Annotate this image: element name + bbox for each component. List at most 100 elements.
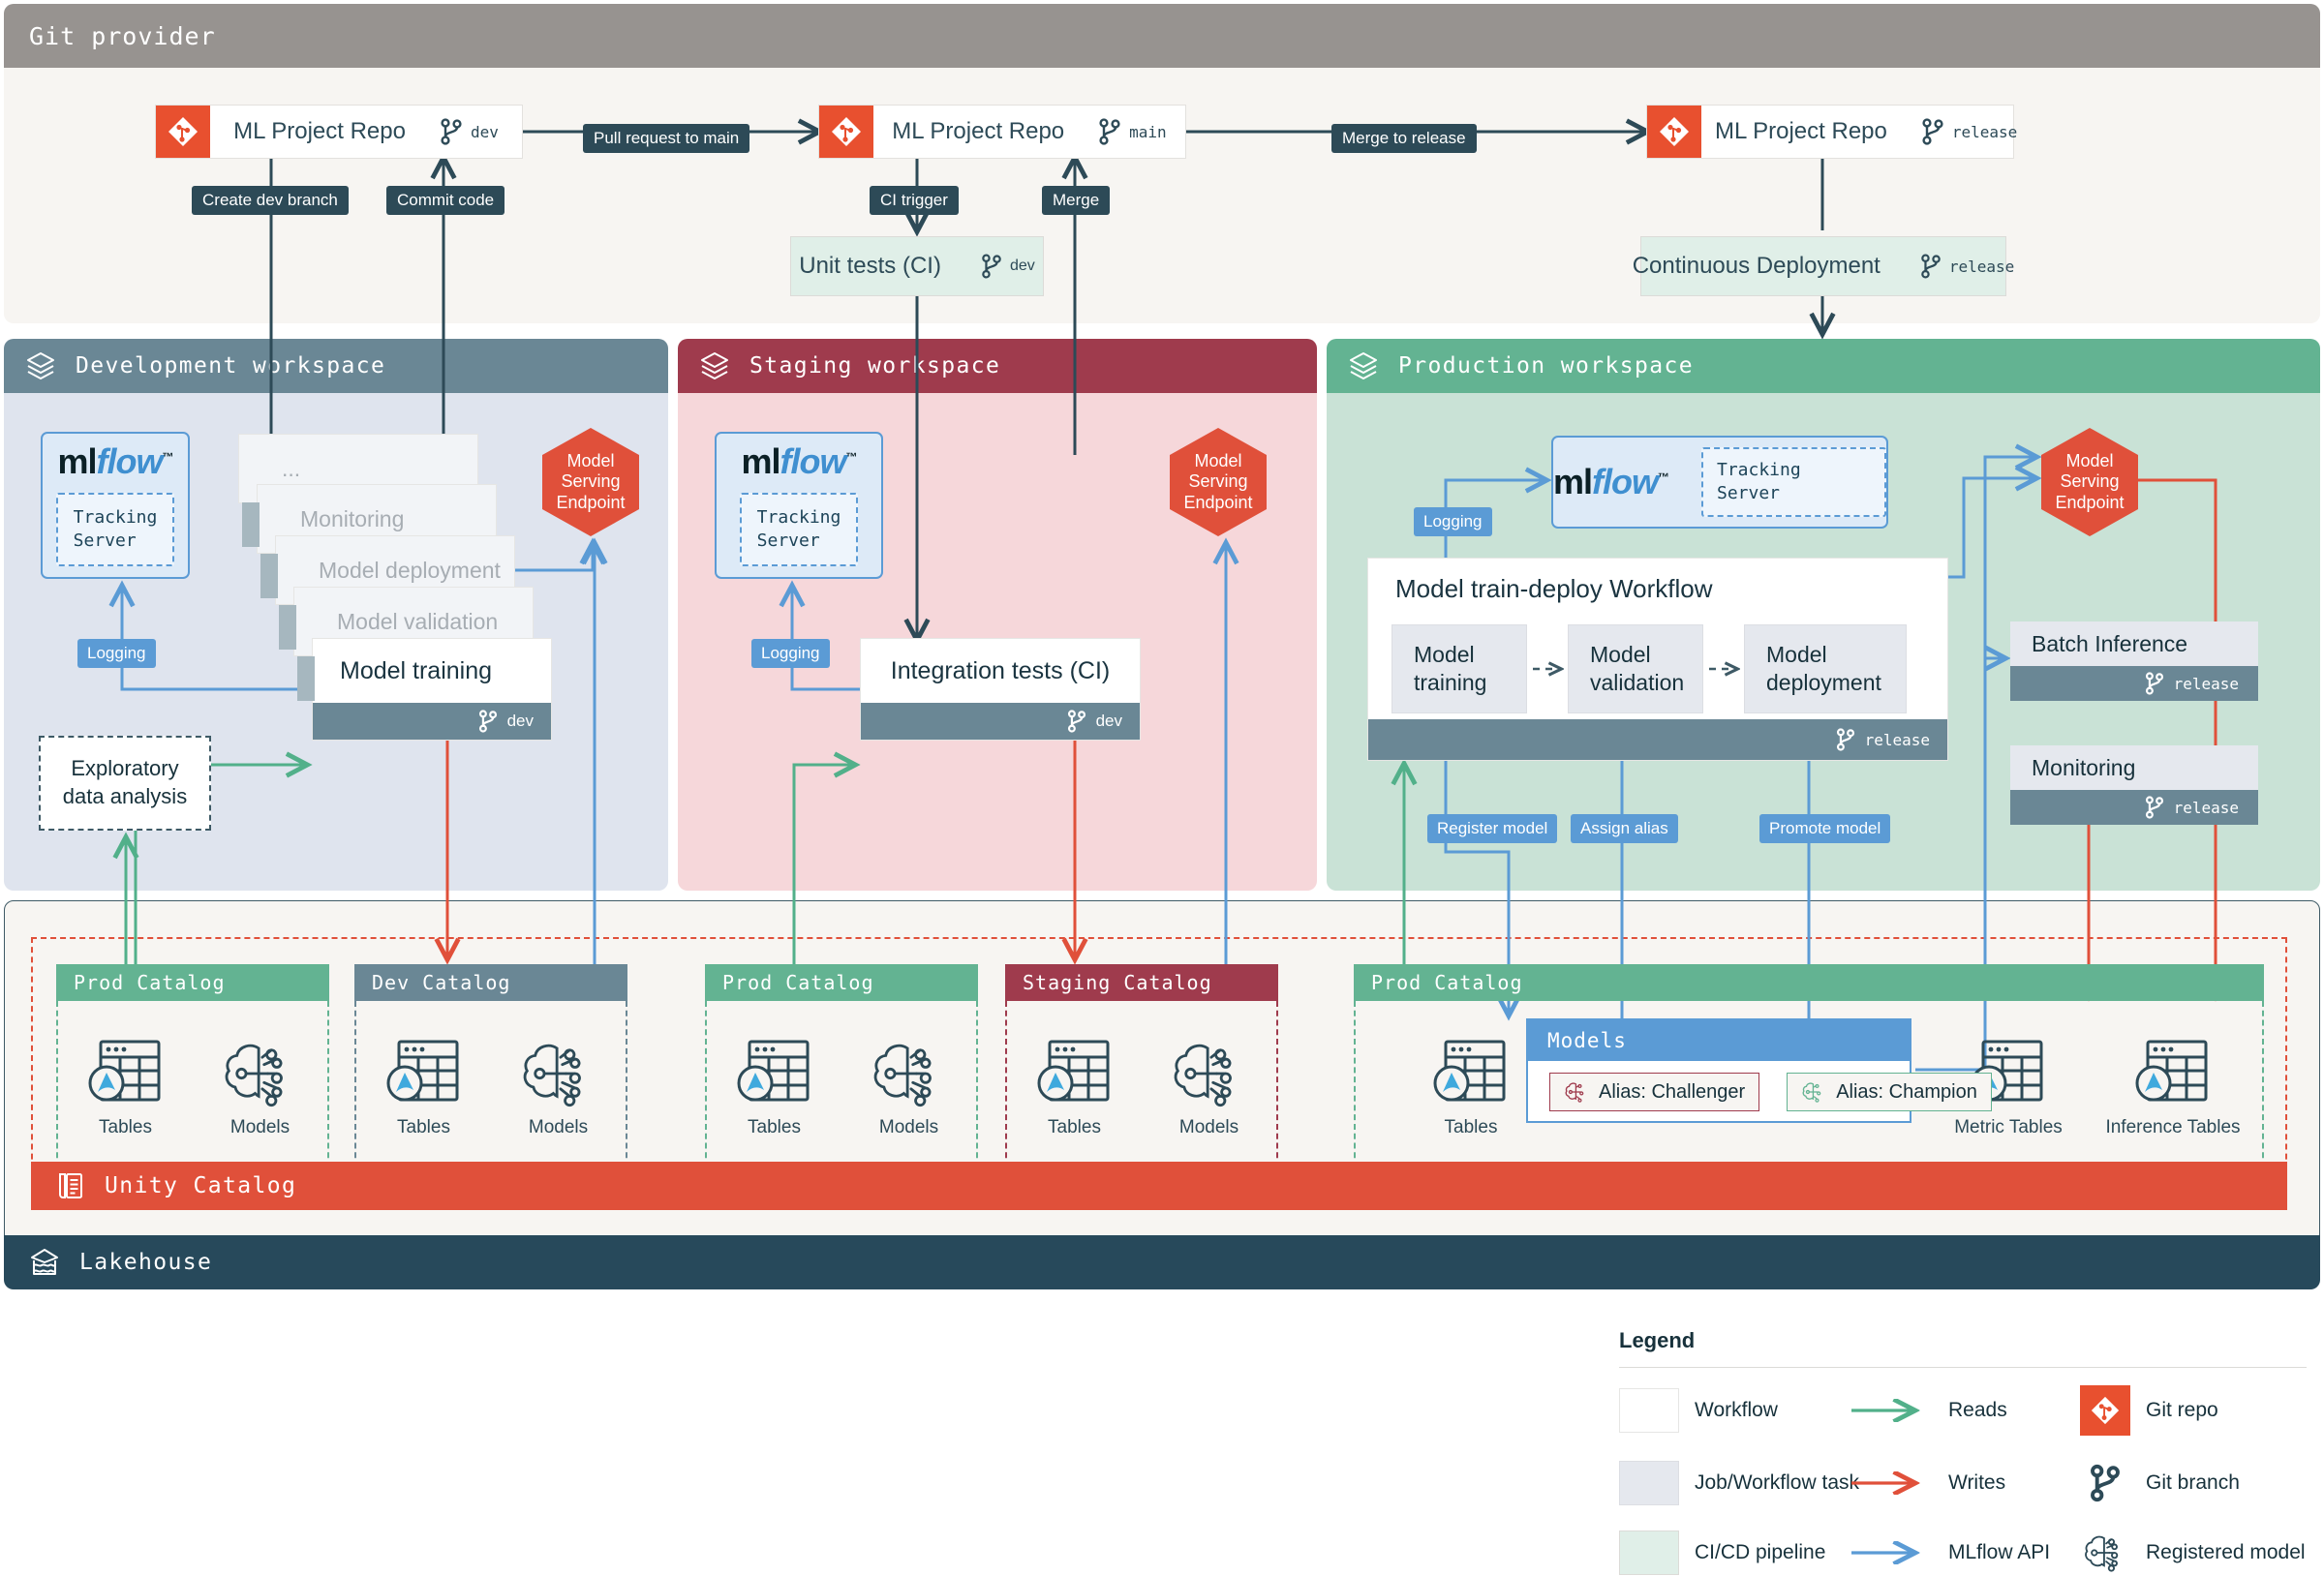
table-icon — [1433, 1040, 1506, 1102]
legend-title: Legend — [1619, 1328, 1696, 1352]
unit-tests-ci-box[interactable]: Unit tests (CI) dev — [790, 236, 1044, 296]
git-branch-icon — [2145, 672, 2163, 695]
job-branch-footer: release — [2010, 790, 2258, 825]
asset-label: Tables — [1048, 1117, 1101, 1137]
git-branch-chip: main — [1097, 117, 1167, 146]
dev-model-training-workflow[interactable]: Model training dev — [297, 638, 552, 741]
models-box-body: Alias: Challenger Alias: Champion — [1528, 1061, 1992, 1123]
legend-label: Reads — [1948, 1399, 2007, 1421]
monitoring-job[interactable]: Monitoring release — [2010, 745, 2258, 825]
mlflow-logo-ml: ml — [1553, 462, 1593, 501]
mlflow-logo-flow: flow — [780, 440, 847, 481]
asset-tables[interactable]: Tables — [734, 1036, 815, 1138]
workflow-step-model-deployment[interactable]: Model deployment — [1744, 624, 1907, 713]
git-branch-icon — [2145, 796, 2163, 819]
serving-endpoint-label: Model Serving Endpoint — [2055, 451, 2125, 512]
layers-icon — [701, 352, 728, 379]
mlflow-logo-ml: ml — [741, 440, 781, 481]
mlflow-logo: mlflow™ — [741, 440, 858, 481]
production-logging-label: Logging — [1414, 507, 1492, 536]
lakehouse-icon — [31, 1249, 58, 1275]
legend-label: Git repo — [2146, 1399, 2218, 1421]
legend-label: Writes — [1948, 1471, 2006, 1494]
catalog-body: Tables Models — [56, 1001, 329, 1167]
legend-item-cicd-pipeline: CI/CD pipeline — [1619, 1531, 1850, 1575]
git-repo-dev[interactable]: ML Project Repo dev — [155, 105, 523, 159]
asset-label: Metric Tables — [1954, 1117, 2063, 1137]
git-branch-chip: release — [1919, 253, 2014, 280]
layers-icon — [1350, 352, 1377, 379]
git-branch-icon — [1099, 118, 1120, 145]
model-train-deploy-workflow[interactable]: Model train-deploy Workflow Model traini… — [1367, 558, 1948, 761]
register-model-label: Register model — [1427, 814, 1558, 843]
git-branch-chip: release — [1920, 117, 2017, 146]
asset-inference-tables[interactable]: Inference Tables — [2086, 1036, 2260, 1138]
git-repo-main[interactable]: ML Project Repo main — [818, 105, 1186, 159]
exploratory-data-analysis-box[interactable]: Exploratory data analysis — [39, 736, 211, 831]
staging-workspace: Staging workspace — [678, 339, 1317, 891]
catalog-title: Dev Catalog — [372, 971, 511, 994]
asset-models[interactable]: Models — [869, 1036, 950, 1138]
workspace-title: Development workspace — [76, 353, 386, 379]
asset-models[interactable]: Models — [220, 1036, 301, 1138]
dev-logging-label: Logging — [77, 639, 156, 668]
table-icon — [737, 1040, 809, 1102]
workflow-step-model-validation[interactable]: Model validation — [1568, 624, 1703, 713]
workflow-branch-footer: dev — [313, 703, 551, 740]
asset-models[interactable]: Models — [518, 1036, 599, 1138]
continuous-deployment-box[interactable]: Continuous Deployment release — [1633, 236, 2014, 296]
git-repo-icon — [819, 106, 873, 158]
workflow-step-model-training[interactable]: Model training — [1391, 624, 1527, 713]
catalog-title: Prod Catalog — [722, 971, 874, 994]
unit-tests-label: Unit tests (CI) — [799, 253, 941, 279]
alias-label: Alias: Challenger — [1599, 1080, 1746, 1103]
batch-inference-job[interactable]: Batch Inference release — [2010, 621, 2258, 701]
git-branch-icon — [1922, 118, 1943, 145]
lakehouse-bar: Lakehouse — [4, 1235, 2320, 1289]
legend-item-reads: Reads — [1850, 1385, 2080, 1436]
promote-model-label: Promote model — [1759, 814, 1891, 843]
git-branch-icon — [2080, 1462, 2130, 1504]
job-title: Batch Inference — [2010, 621, 2258, 666]
dev-mlflow-card[interactable]: mlflow™ Tracking Server — [41, 432, 190, 579]
asset-label: Tables — [99, 1117, 152, 1137]
git-branch-icon — [1836, 728, 1854, 751]
staging-mlflow-card[interactable]: mlflow™ Tracking Server — [715, 432, 883, 579]
asset-label: Models — [229, 1117, 290, 1137]
asset-tables[interactable]: Tables — [383, 1036, 465, 1138]
table-icon — [2135, 1040, 2208, 1102]
registered-model-icon — [2080, 1531, 2130, 1574]
alias-challenger[interactable]: Alias: Challenger — [1549, 1073, 1760, 1111]
production-mlflow-card[interactable]: mlflow™ Tracking Server — [1551, 436, 1888, 529]
git-repo-name: ML Project Repo — [233, 118, 406, 144]
staging-integration-tests-workflow[interactable]: Integration tests (CI) dev — [860, 638, 1141, 741]
git-branch-label: dev — [506, 712, 534, 730]
git-branch-icon — [982, 254, 1001, 279]
registered-model-icon — [523, 1044, 581, 1106]
job-title: Monitoring — [2010, 745, 2258, 790]
catalog-body: Tables Models — [1005, 1001, 1278, 1167]
git-repo-icon — [1647, 106, 1701, 158]
git-repo-release[interactable]: ML Project Repo release — [1646, 105, 2017, 159]
mlflow-logo-ml: ml — [57, 440, 98, 481]
asset-tables[interactable]: Tables — [85, 1036, 167, 1138]
git-repo-name: ML Project Repo — [892, 118, 1065, 144]
catalog-body: Tables Models — [705, 1001, 978, 1167]
registered-model-icon — [1565, 1082, 1584, 1103]
task-label: Model validation — [337, 608, 499, 634]
asset-tables[interactable]: Tables — [1398, 1036, 1544, 1138]
legend-item-writes: Writes — [1850, 1461, 2080, 1505]
git-branch-label: release — [1948, 257, 2015, 276]
legend-label: Job/Workflow task — [1695, 1471, 1859, 1494]
alias-champion[interactable]: Alias: Champion — [1787, 1073, 1992, 1111]
asset-tables[interactable]: Tables — [1034, 1036, 1116, 1138]
mlflow-api-arrow-icon — [1851, 1541, 1933, 1564]
cicd-pipeline-swatch — [1619, 1531, 1679, 1575]
asset-label: Inference Tables — [2105, 1117, 2241, 1137]
git-provider-title: Git provider — [29, 21, 216, 50]
edge-label-pull-request: Pull request to main — [583, 124, 750, 153]
git-branch-chip: dev — [980, 253, 1035, 280]
asset-models[interactable]: Models — [1169, 1036, 1250, 1138]
task-label: ... — [282, 455, 301, 481]
legend-label: MLflow API — [1948, 1541, 2051, 1563]
